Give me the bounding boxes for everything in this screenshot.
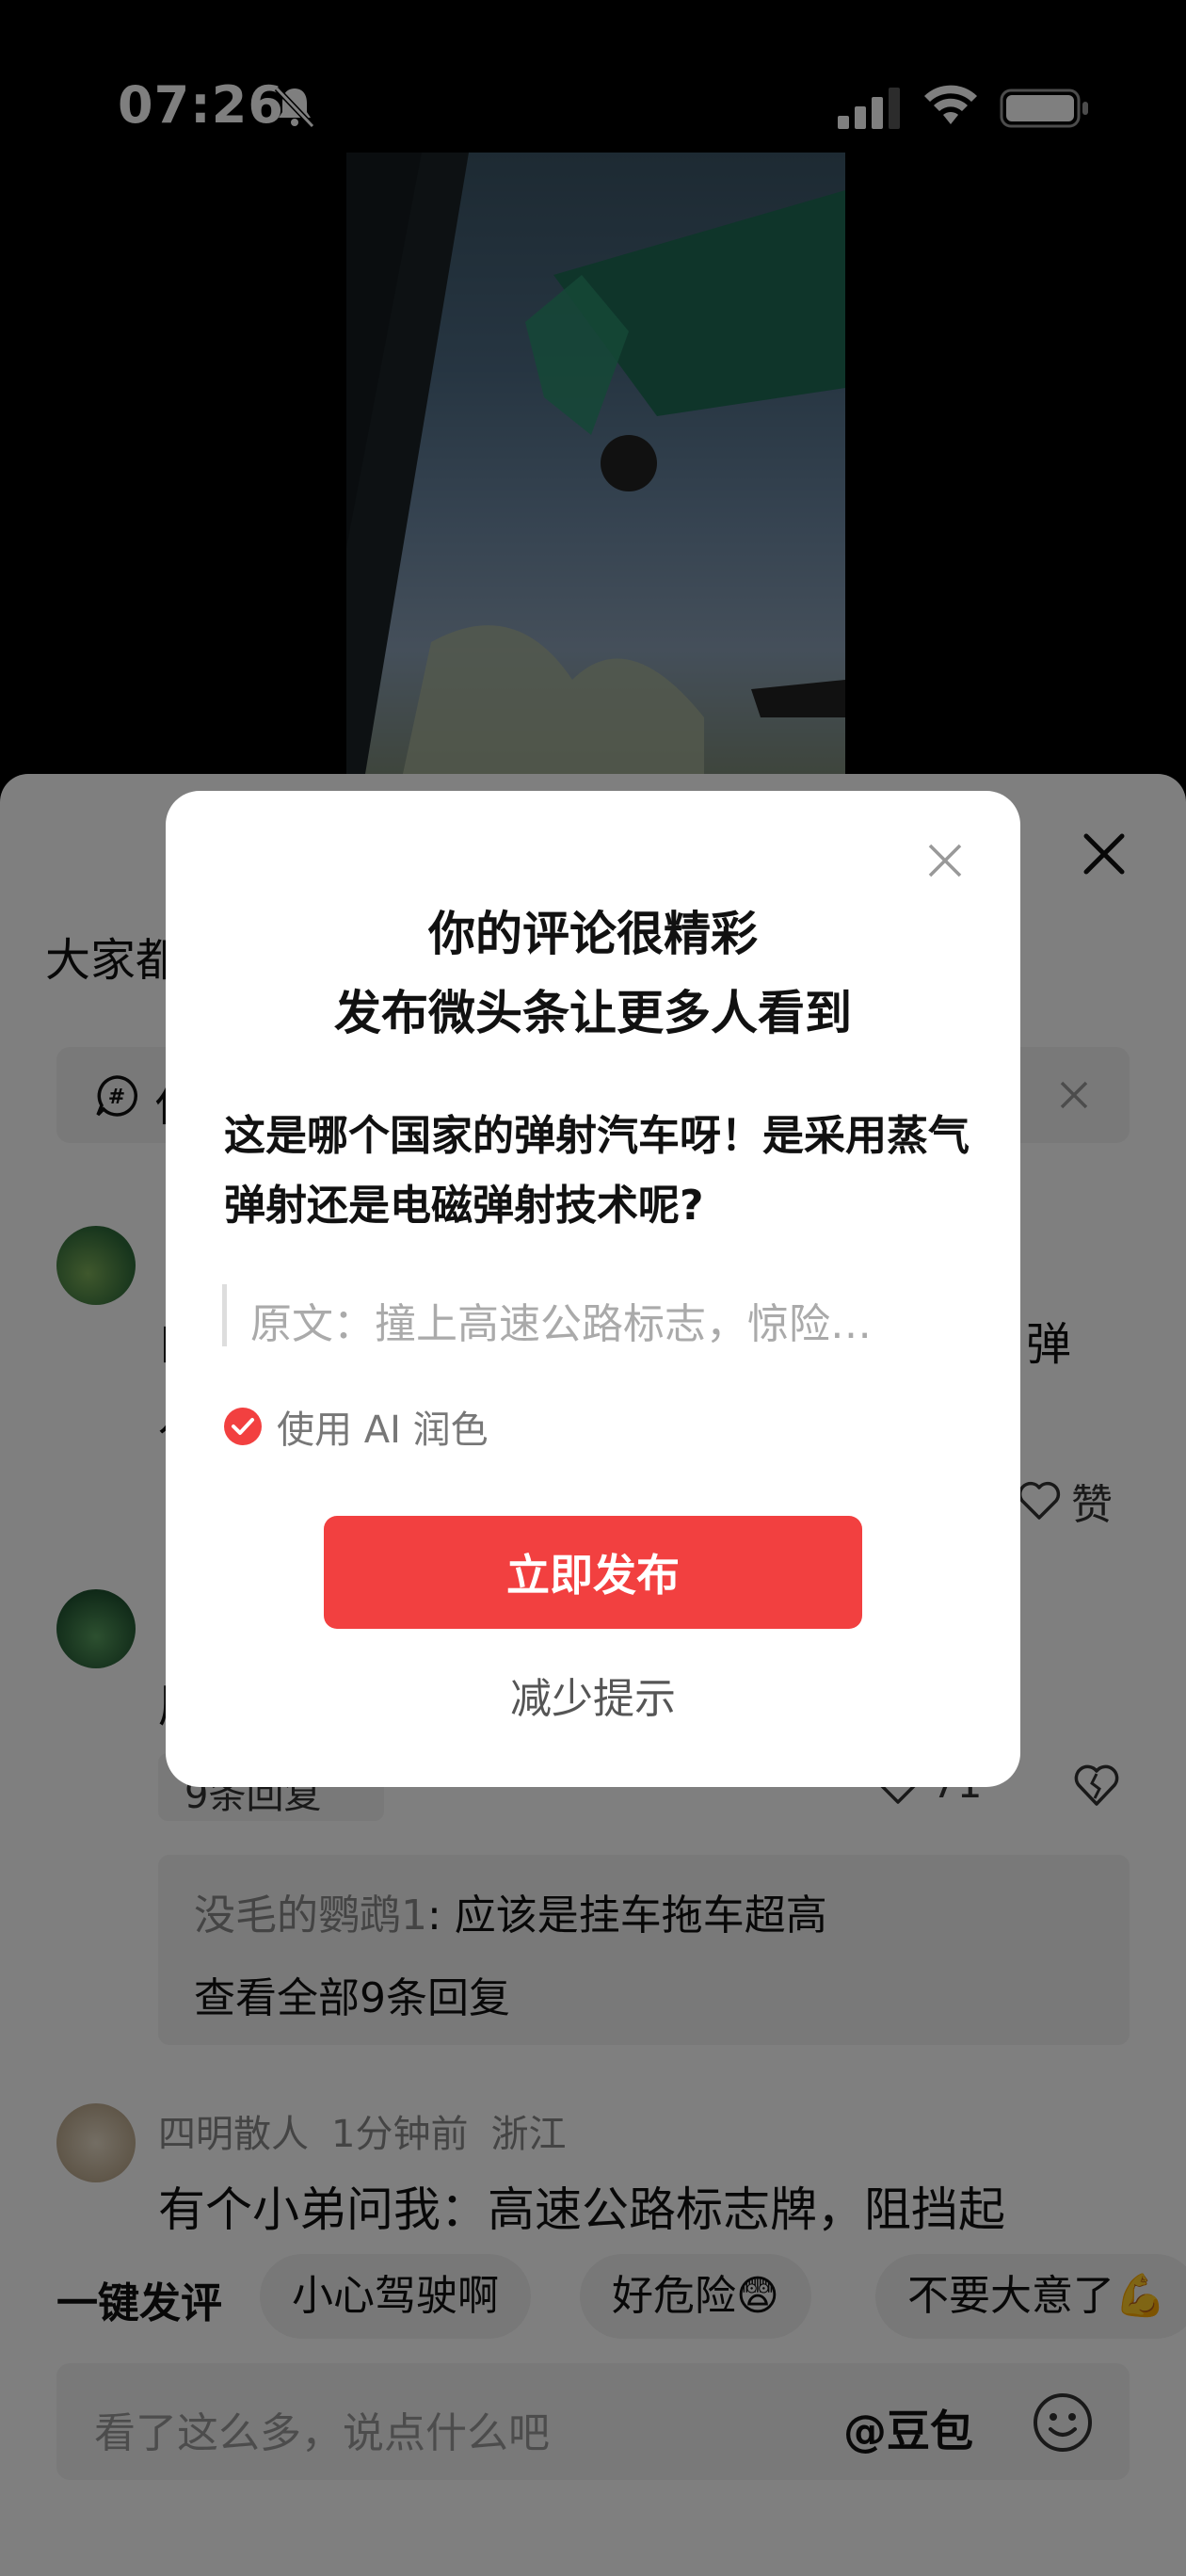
quote-bar: [222, 1284, 227, 1346]
close-icon[interactable]: [926, 842, 964, 879]
dialog-subtitle: 发布微头条让更多人看到: [334, 986, 852, 1040]
checkmark-circle-icon[interactable]: [222, 1406, 264, 1447]
dialog-title: 你的评论很精彩: [428, 907, 758, 961]
ai-polish-toggle[interactable]: 使用 AI 润色: [222, 1399, 489, 1454]
original-post-text: 原文：撞上高速公路标志，惊险…: [250, 1300, 872, 1348]
reduce-prompts-link[interactable]: 减少提示: [166, 1665, 1020, 1725]
ai-polish-label: 使用 AI 润色: [277, 1409, 489, 1452]
publish-prompt-dialog: 你的评论很精彩 发布微头条让更多人看到 这是哪个国家的弹射汽车呀！是采用蒸气弹射…: [166, 791, 1020, 1787]
dialog-comment-text[interactable]: 这是哪个国家的弹射汽车呀！是采用蒸气弹射还是电磁弹射技术呢?: [224, 1102, 977, 1241]
publish-now-button[interactable]: 立即发布: [324, 1516, 862, 1629]
